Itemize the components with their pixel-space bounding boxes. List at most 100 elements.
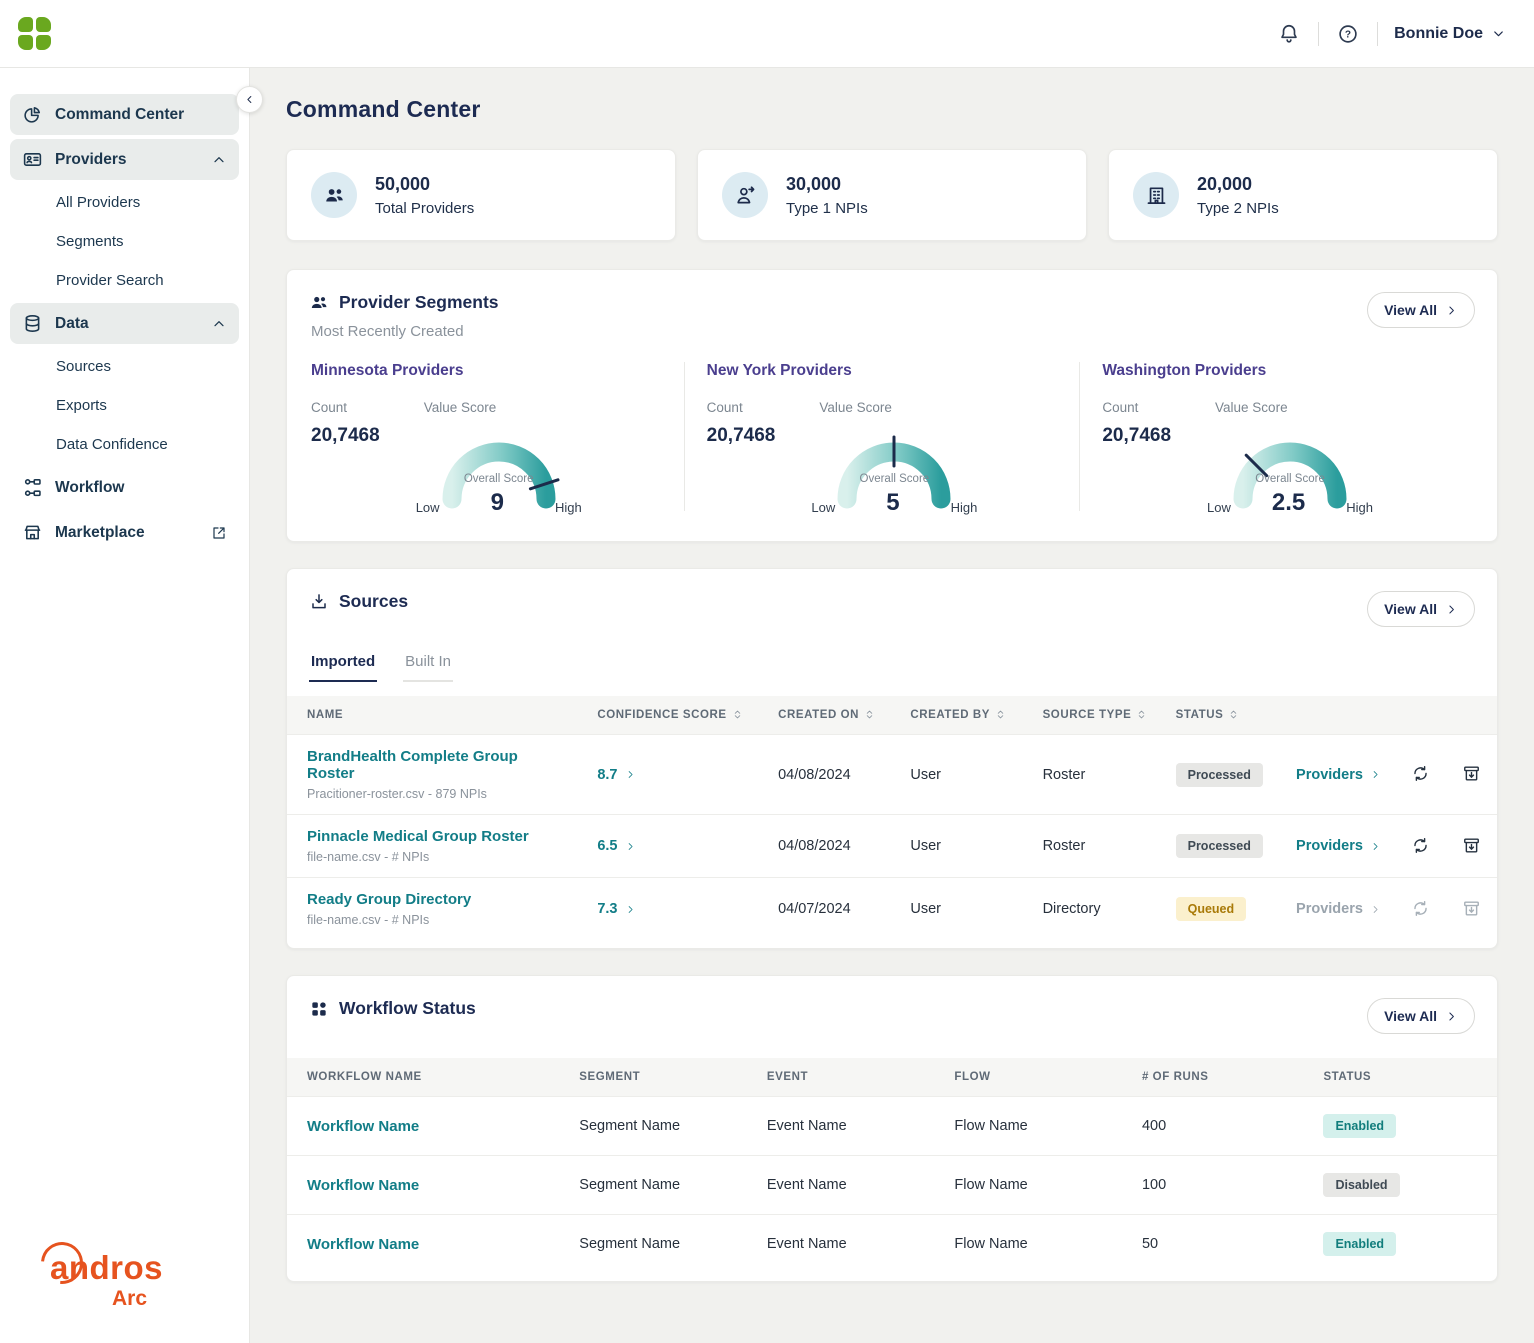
sources-view-all-button[interactable]: View All bbox=[1367, 591, 1475, 627]
card-title: Sources bbox=[339, 591, 409, 611]
help-icon[interactable]: ? bbox=[1335, 21, 1361, 47]
overall-score-label: Overall Score bbox=[463, 473, 534, 485]
flow-cell: Flow Name bbox=[940, 1155, 1128, 1215]
workflow-name-link[interactable]: Workflow Name bbox=[307, 1177, 419, 1194]
workflow-name-link[interactable]: Workflow Name bbox=[307, 1118, 419, 1135]
sidebar: Command Center Providers All Providers S… bbox=[0, 68, 263, 1343]
overall-score-label: Overall Score bbox=[859, 473, 930, 485]
sidebar-item-all-providers[interactable]: All Providers bbox=[10, 184, 239, 221]
stat-value: 20,000 bbox=[1197, 173, 1253, 194]
workflow-row: Workflow Name Segment Name Event Name Fl… bbox=[287, 1096, 1497, 1156]
sidebar-item-segments[interactable]: Segments bbox=[10, 223, 239, 260]
gauge-score: 2.5 bbox=[1271, 489, 1306, 516]
col-created-by[interactable]: CREATED BY bbox=[896, 696, 1029, 735]
col-status[interactable]: STATUS bbox=[1161, 696, 1283, 735]
chevron-right-icon bbox=[628, 771, 633, 778]
workflow-row: Workflow Name Segment Name Event Name Fl… bbox=[287, 1155, 1497, 1215]
refresh-icon bbox=[1414, 765, 1427, 782]
sort-icon bbox=[1139, 710, 1145, 719]
tab-built-in[interactable]: Built In bbox=[403, 645, 454, 682]
pie-chart-icon bbox=[24, 106, 41, 123]
gauge-high-label: High bbox=[554, 500, 582, 515]
status-badge: Disabled bbox=[1323, 1173, 1400, 1197]
event-cell: Event Name bbox=[752, 1155, 941, 1215]
app-logo-icon[interactable] bbox=[18, 17, 51, 50]
sidebar-item-label: Command Center bbox=[55, 105, 185, 123]
confidence-score-link[interactable]: 6.5 bbox=[597, 838, 635, 854]
value-score-gauge: Overall Score Low 5 High bbox=[811, 425, 977, 515]
col-created-on[interactable]: CREATED ON bbox=[764, 696, 897, 735]
workflow-view-all-button[interactable]: View All bbox=[1367, 998, 1475, 1034]
sidebar-item-label: Marketplace bbox=[55, 523, 145, 541]
sidebar-item-provider-search[interactable]: Provider Search bbox=[10, 262, 239, 299]
segment-name[interactable]: Washington Providers bbox=[1102, 362, 1453, 380]
chevron-right-icon bbox=[1373, 905, 1378, 913]
archive-button[interactable] bbox=[1460, 834, 1483, 857]
notifications-bell-icon[interactable] bbox=[1276, 21, 1302, 47]
sidebar-item-label: Data bbox=[55, 314, 89, 332]
refresh-button[interactable] bbox=[1409, 762, 1432, 785]
source-name-link[interactable]: BrandHealth Complete Group Roster bbox=[307, 748, 569, 782]
created-by-cell: User bbox=[896, 734, 1029, 815]
chevron-up-icon bbox=[214, 320, 224, 326]
topbar: ? Bonnie Doe bbox=[0, 0, 1534, 68]
col-source-type[interactable]: SOURCE TYPE bbox=[1028, 696, 1162, 735]
sidebar-item-command-center[interactable]: Command Center bbox=[10, 94, 239, 135]
user-menu[interactable]: Bonnie Doe bbox=[1394, 25, 1506, 43]
svg-text:?: ? bbox=[1345, 29, 1351, 40]
stat-card-type2-npis: 20,000 Type 2 NPIs bbox=[1108, 149, 1498, 241]
segment-name[interactable]: New York Providers bbox=[707, 362, 1058, 380]
runs-cell: 100 bbox=[1127, 1155, 1310, 1215]
external-link-icon bbox=[213, 526, 225, 539]
chevron-down-icon bbox=[1494, 31, 1503, 37]
col-confidence-score[interactable]: CONFIDENCE SCORE bbox=[583, 696, 765, 735]
sidebar-item-marketplace[interactable]: Marketplace bbox=[10, 512, 239, 553]
providers-link[interactable]: Providers bbox=[1296, 838, 1381, 854]
col-flow: FLOW bbox=[940, 1058, 1128, 1097]
segment-gauge-block: Value Score Overall Score Low 2.5 High bbox=[1207, 400, 1373, 515]
confidence-score-link[interactable]: 8.7 bbox=[597, 767, 635, 783]
providers-link[interactable]: Providers bbox=[1296, 767, 1381, 783]
value-score-label: Value Score bbox=[423, 400, 497, 415]
chevron-right-icon bbox=[1373, 842, 1378, 850]
count-label: Count bbox=[706, 400, 743, 415]
runs-cell: 50 bbox=[1127, 1214, 1310, 1273]
sidebar-item-providers[interactable]: Providers bbox=[10, 139, 239, 180]
created-on-cell: 04/07/2024 bbox=[764, 877, 897, 940]
segment-name[interactable]: Minnesota Providers bbox=[311, 362, 662, 380]
status-badge: Processed bbox=[1175, 762, 1263, 787]
source-name-link[interactable]: Ready Group Directory bbox=[307, 891, 569, 908]
sidebar-collapse-button[interactable] bbox=[236, 86, 263, 113]
refresh-button[interactable] bbox=[1409, 834, 1432, 857]
segment-gauge-block: Value Score Overall Score Low 9 High bbox=[416, 400, 582, 515]
source-file-info: file-name.csv - # NPIs bbox=[307, 850, 430, 864]
sidebar-item-sources[interactable]: Sources bbox=[10, 348, 239, 385]
source-row: Ready Group Directory file-name.csv - # … bbox=[287, 877, 1497, 940]
card-title: Workflow Status bbox=[339, 998, 476, 1018]
stat-label: Type 2 NPIs bbox=[1197, 199, 1279, 217]
sidebar-item-workflow[interactable]: Workflow bbox=[10, 467, 239, 508]
created-by-cell: User bbox=[896, 814, 1029, 878]
confidence-score-link[interactable]: 7.3 bbox=[597, 901, 635, 917]
page-title: Command Center bbox=[286, 96, 481, 122]
tab-imported[interactable]: Imported bbox=[309, 645, 378, 682]
sidebar-item-exports[interactable]: Exports bbox=[10, 387, 239, 424]
value-score-label: Value Score bbox=[1215, 400, 1288, 415]
archive-button[interactable] bbox=[1460, 762, 1483, 785]
segment-minnesota: Minnesota Providers Count 20,7468 Value … bbox=[309, 362, 684, 515]
segments-view-all-button[interactable]: View All bbox=[1367, 292, 1475, 328]
created-on-cell: 04/08/2024 bbox=[764, 734, 897, 815]
workflow-name-link[interactable]: Workflow Name bbox=[307, 1236, 419, 1253]
sources-table: NAME CONFIDENCE SCORE CREATED ON CREATED… bbox=[287, 696, 1497, 940]
sidebar-item-label: Providers bbox=[55, 150, 127, 168]
sources-card: Sources View All Imported Built In NAME bbox=[286, 568, 1498, 949]
workflow-row: Workflow Name Segment Name Event Name Fl… bbox=[287, 1214, 1497, 1273]
sort-icon bbox=[1231, 710, 1237, 719]
stat-card-total-providers: 50,000 Total Providers bbox=[286, 149, 676, 241]
sidebar-item-data-confidence[interactable]: Data Confidence bbox=[10, 426, 239, 463]
topbar-divider bbox=[1318, 21, 1320, 46]
source-name-link[interactable]: Pinnacle Medical Group Roster bbox=[307, 828, 569, 845]
stats-row: 50,000 Total Providers 30,000 Type 1 NPI… bbox=[286, 149, 1498, 241]
provider-segments-card: Provider Segments Most Recently Created … bbox=[286, 269, 1498, 542]
sidebar-item-data[interactable]: Data bbox=[10, 303, 239, 344]
